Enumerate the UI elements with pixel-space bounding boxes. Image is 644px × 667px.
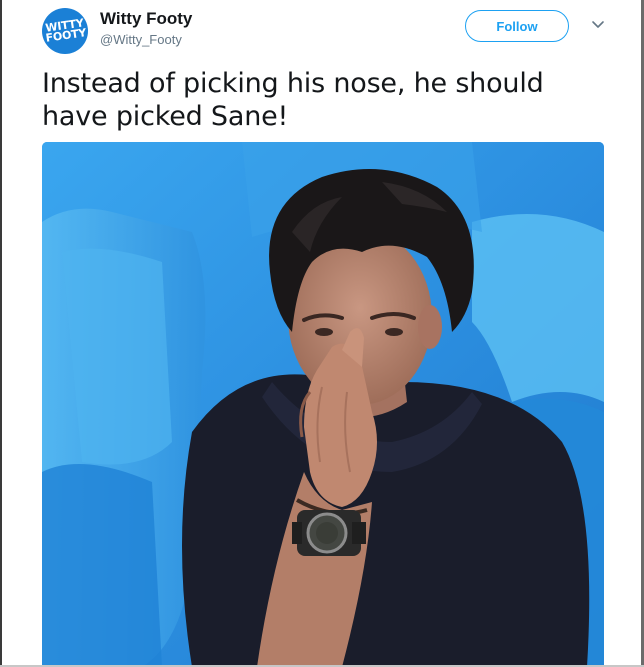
tweet-card: WITTY FOOTY Witty Footy @Witty_Footy Fol…	[0, 0, 644, 667]
avatar[interactable]: WITTY FOOTY	[42, 8, 88, 54]
follow-button[interactable]: Follow	[465, 10, 569, 42]
author-display-name[interactable]: Witty Footy	[100, 8, 192, 30]
window-edge-left	[0, 0, 2, 667]
avatar-logo-text: WITTY FOOTY	[44, 16, 87, 45]
photo-illustration	[42, 142, 604, 667]
tweet-photo[interactable]	[42, 142, 604, 667]
chevron-down-icon[interactable]	[590, 18, 606, 32]
author-info: Witty Footy @Witty_Footy	[100, 8, 192, 49]
author-handle[interactable]: @Witty_Footy	[100, 31, 192, 49]
tweet-text: Instead of picking his nose, he should h…	[42, 68, 544, 132]
tweet-header: WITTY FOOTY Witty Footy @Witty_Footy Fol…	[42, 8, 624, 56]
